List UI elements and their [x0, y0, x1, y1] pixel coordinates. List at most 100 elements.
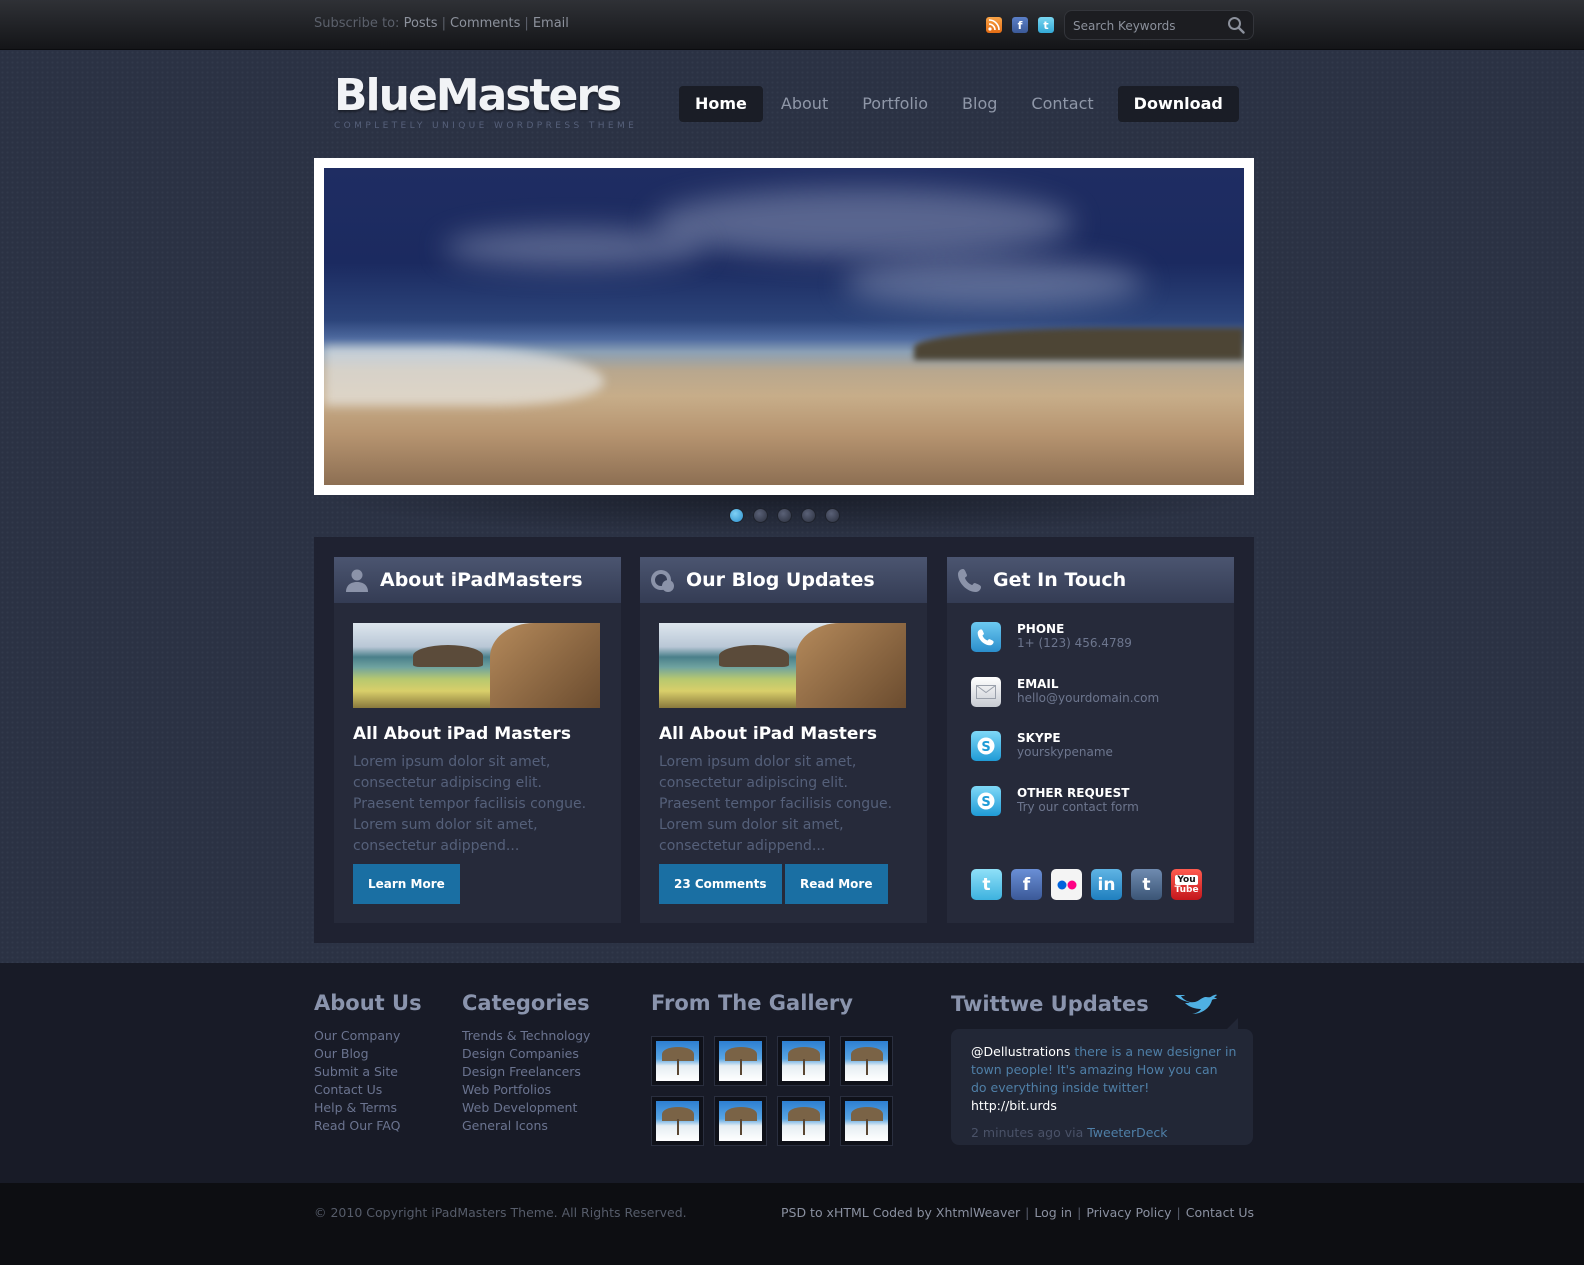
category-link[interactable]: Design Companies — [462, 1045, 590, 1063]
rss-icon[interactable] — [986, 17, 1002, 33]
footer-link[interactable]: Our Company — [314, 1027, 422, 1045]
footer-link[interactable]: Read Our FAQ — [314, 1117, 422, 1135]
twitter-header: Twittwe Updates — [951, 991, 1219, 1017]
twitter-icon[interactable]: t — [971, 869, 1002, 900]
login-link[interactable]: Log in — [1034, 1205, 1072, 1220]
bottom-links: PSD to xHTML Coded by XhtmlWeaver | Log in… — [780, 1205, 1254, 1220]
facebook-icon[interactable]: f — [1011, 869, 1042, 900]
gallery-thumbnail[interactable] — [777, 1036, 830, 1086]
twitter-heading: Twittwe Updates — [951, 992, 1149, 1016]
nav-contact[interactable]: Contact — [1015, 86, 1109, 122]
contact-skype-value: yourskypename — [1017, 745, 1113, 759]
slider-pagination — [729, 508, 840, 523]
skype-icon: S — [971, 731, 1001, 761]
top-bar: Subscribe to: Posts | Comments | Email f t — [0, 0, 1584, 50]
logo-tagline: COMPLETELY UNIQUE WORDPRESS THEME — [334, 121, 638, 131]
contact-other-request[interactable]: S OTHER REQUEST Try our contact form — [971, 786, 1139, 816]
site-logo[interactable]: BlueMasters COMPLETELY UNIQUE WORDPRESS … — [334, 72, 638, 132]
subscribe-links: Subscribe to: Posts | Comments | Email — [314, 16, 569, 31]
blog-thumbnail[interactable] — [659, 623, 906, 708]
gallery-thumbnail[interactable] — [714, 1036, 767, 1086]
footer-link[interactable]: Contact Us — [314, 1081, 422, 1099]
learn-more-button[interactable]: Learn More — [353, 864, 460, 904]
contact-phone[interactable]: PHONE 1+ (123) 456.4789 — [971, 622, 1132, 652]
about-thumbnail[interactable] — [353, 623, 600, 708]
gallery-thumbnail[interactable] — [714, 1096, 767, 1146]
gallery-thumbnail[interactable] — [840, 1096, 893, 1146]
contact-other-value: Try our contact form — [1017, 800, 1139, 814]
nav-download[interactable]: Download — [1117, 86, 1239, 122]
footer-link[interactable]: Help & Terms — [314, 1099, 422, 1117]
subscribe-posts-link[interactable]: Posts — [404, 16, 438, 31]
about-header: About iPadMasters — [334, 557, 621, 603]
nav-home[interactable]: Home — [679, 86, 763, 122]
read-more-button[interactable]: Read More — [785, 864, 888, 904]
hero-slider — [314, 158, 1254, 495]
nav-portfolio[interactable]: Portfolio — [846, 86, 944, 122]
contact-header: Get In Touch — [947, 557, 1234, 603]
facebook-icon[interactable]: f — [1012, 17, 1028, 33]
slider-dot-4[interactable] — [801, 508, 816, 523]
gallery-thumbnail[interactable] — [651, 1036, 704, 1086]
svg-text:S: S — [981, 740, 990, 755]
slider-dot-3[interactable] — [777, 508, 792, 523]
contact-email[interactable]: EMAIL hello@yourdomain.com — [971, 677, 1159, 707]
subscribe-label: Subscribe to: — [314, 16, 400, 31]
rss-feed-icon — [651, 570, 674, 592]
contact-email-value: hello@yourdomain.com — [1017, 691, 1160, 705]
footer-gallery-heading: From The Gallery — [651, 991, 853, 1015]
blog-title[interactable]: All About iPad Masters — [659, 724, 877, 744]
nav-blog[interactable]: Blog — [946, 86, 1013, 122]
category-link[interactable]: Design Freelancers — [462, 1063, 590, 1081]
search-icon[interactable] — [1227, 16, 1245, 34]
blog-body: Lorem ipsum dolor sit amet, consectetur … — [659, 754, 893, 854]
nav-about[interactable]: About — [765, 86, 844, 122]
about-body: Lorem ipsum dolor sit amet, consectetur … — [353, 754, 587, 854]
subscribe-email-link[interactable]: Email — [533, 16, 569, 31]
gallery-thumbnail[interactable] — [777, 1096, 830, 1146]
tweet-user[interactable]: @Dellustrations — [971, 1044, 1070, 1059]
tweet-source[interactable]: TweeterDeck — [1087, 1125, 1167, 1140]
about-title[interactable]: All About iPad Masters — [353, 724, 571, 744]
category-link[interactable]: Web Portfolios — [462, 1081, 590, 1099]
footer-categories-heading: Categories — [462, 991, 590, 1015]
youtube-icon[interactable]: You Tube — [1171, 869, 1202, 900]
gallery-thumbnail[interactable] — [840, 1036, 893, 1086]
category-link[interactable]: Trends & Technology — [462, 1027, 590, 1045]
content-panel: About iPadMasters All About iPad Masters… — [314, 537, 1254, 943]
privacy-policy-link[interactable]: Privacy Policy — [1086, 1205, 1171, 1220]
mail-icon — [971, 677, 1001, 707]
slider-dot-2[interactable] — [753, 508, 768, 523]
comments-button[interactable]: 23 Comments — [659, 864, 782, 904]
contact-email-label: EMAIL — [1017, 677, 1059, 691]
contact-phone-label: PHONE — [1017, 622, 1065, 636]
slider-dot-5[interactable] — [825, 508, 840, 523]
footer-link[interactable]: Submit a Site — [314, 1063, 422, 1081]
slider-dot-1[interactable] — [729, 508, 744, 523]
credit-link[interactable]: PSD to xHTML Coded by XhtmlWeaver — [781, 1205, 1020, 1220]
contact-phone-value: 1+ (123) 456.4789 — [1017, 636, 1132, 650]
gallery-thumbnail[interactable] — [651, 1096, 704, 1146]
phone-icon — [958, 569, 981, 592]
footer-about-heading: About Us — [314, 991, 422, 1015]
subscribe-comments-link[interactable]: Comments — [450, 16, 520, 31]
category-link[interactable]: General Icons — [462, 1117, 590, 1135]
flickr-icon[interactable] — [1051, 869, 1082, 900]
footer-link[interactable]: Our Blog — [314, 1045, 422, 1063]
top-social-icons: f t — [986, 17, 1054, 33]
contact-column: Get In Touch PHONE 1+ (123) 456.4789 EMAI… — [947, 557, 1234, 923]
twitter-icon[interactable]: t — [1038, 17, 1054, 33]
about-column: About iPadMasters All About iPad Masters… — [334, 557, 621, 923]
contact-skype[interactable]: S SKYPE yourskypename — [971, 731, 1113, 761]
search-input[interactable] — [1073, 17, 1223, 35]
twitter-bird-icon — [1174, 994, 1217, 1014]
youtube-icon-you: You — [1175, 874, 1198, 885]
social-icons: t f in t You Tube — [971, 869, 1202, 900]
hero-beach-image — [324, 168, 1244, 485]
tweet-link[interactable]: http://bit.urds — [971, 1098, 1057, 1113]
linkedin-icon[interactable]: in — [1091, 869, 1122, 900]
contact-us-link[interactable]: Contact Us — [1186, 1205, 1254, 1220]
tumblr-icon[interactable]: t — [1131, 869, 1162, 900]
blog-header: Our Blog Updates — [640, 557, 927, 603]
category-link[interactable]: Web Development — [462, 1099, 590, 1117]
